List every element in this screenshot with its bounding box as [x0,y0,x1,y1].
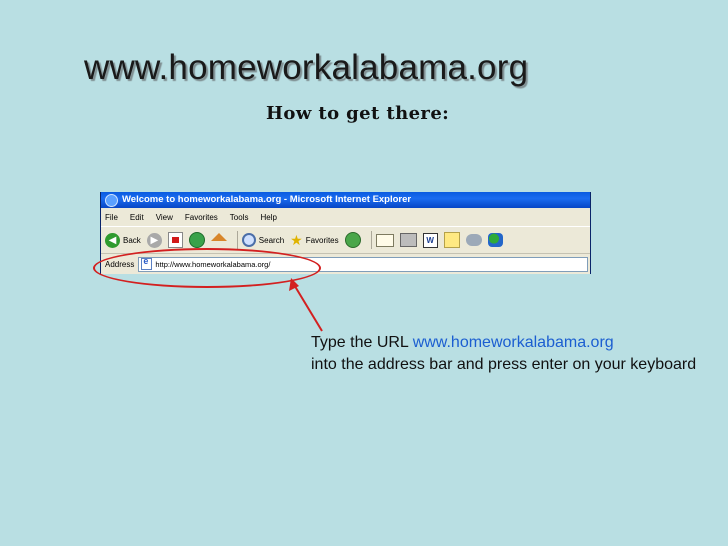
instruction-caption: Type the URL www.homeworkalabama.org int… [311,332,706,376]
caption-url: www.homeworkalabama.org [412,334,614,351]
caption-prefix: Type the URL [311,334,413,351]
caption-suffix: into the address bar and press enter on … [311,356,697,373]
pointer-arrow [289,278,323,332]
